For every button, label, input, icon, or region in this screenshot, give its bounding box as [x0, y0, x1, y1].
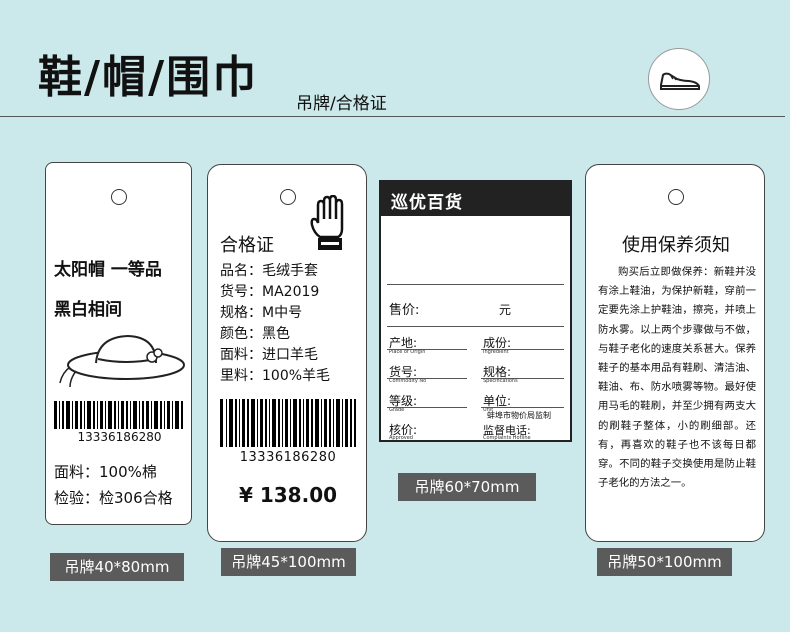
divider: [481, 407, 564, 408]
divider: [387, 378, 467, 379]
tag4-title: 使用保养须知: [622, 235, 730, 256]
tag2-title: 合格证: [220, 235, 274, 256]
tag2-row-lining: 里料：100%羊毛: [220, 368, 331, 384]
tag-50x100: 使用保养须知 购买后立即做保养：新鞋并没有涂上鞋油，为保护新鞋，穿前一定要先涂上…: [585, 164, 765, 542]
glove-icon: [310, 195, 344, 250]
tag4-size-label: 吊牌50*100mm: [597, 548, 732, 576]
divider: [387, 326, 564, 327]
sneaker-icon: [648, 48, 710, 110]
divider: [481, 378, 564, 379]
tag2-size-label: 吊牌45*100mm: [221, 548, 356, 576]
tag1-barcode-number: 13336186280: [77, 430, 162, 444]
tag3-brand-bar: 巡优百货: [381, 182, 570, 216]
tag-40x80: 太阳帽 一等品 黑白相间 13336186280 面料：100%棉 检验：检30…: [45, 162, 192, 525]
tag-hole: [111, 189, 127, 205]
tag2-row-item-no: 货号：MA2019: [220, 284, 320, 300]
tag1-line1: 太阳帽 一等品: [54, 260, 162, 280]
tag2-row-color: 颜色：黑色: [220, 326, 290, 342]
tag1-field-fabric: 面料：100%棉: [54, 463, 157, 481]
tag2-info-list: 品名：毛绒手套 货号：MA2019 规格：M中号 颜色：黑色 面料：进口羊毛 里…: [220, 261, 330, 387]
tag2-row-name: 品名：毛绒手套: [220, 263, 318, 279]
tag2-row-fabric: 面料：进口羊毛: [220, 347, 318, 363]
divider: [387, 349, 467, 350]
divider: [387, 407, 467, 408]
tag1-line2: 黑白相间: [54, 300, 122, 320]
tag3-hotline-en: Complaints Hotline: [483, 435, 531, 441]
tag3-price-label: 售价:: [389, 303, 420, 318]
tag-hole: [280, 189, 296, 205]
tag4-care-text: 购买后立即做保养：新鞋并没有涂上鞋油，为保护新鞋，穿前一定要先涂上护鞋油，擦亮，…: [598, 266, 756, 490]
tag1-size-label: 吊牌40*80mm: [50, 553, 184, 581]
divider: [481, 349, 564, 350]
divider: [387, 284, 564, 285]
tag2-price: ¥ 138.00: [238, 483, 338, 507]
header-divider: [0, 116, 785, 117]
page-title: 鞋/帽/围巾: [38, 52, 259, 103]
tag-45x100: 合格证 品名：毛绒手套 货号：MA2019 规格：M中号 颜色：黑色 面料：进口…: [207, 164, 367, 542]
tag3-checker-en: Approved: [389, 435, 413, 441]
tag2-row-spec: 规格：M中号: [220, 305, 303, 321]
tag1-barcode: [54, 401, 183, 429]
tag3-bureau: 蚌埠市物价局监制: [487, 411, 551, 420]
tag3-size-label: 吊牌60*70mm: [398, 473, 536, 501]
tag-hole: [668, 189, 684, 205]
tag3-brand: 巡优百货: [391, 193, 463, 213]
tag2-barcode: [220, 399, 356, 447]
hat-illustration: [59, 334, 185, 388]
tag2-barcode-number: 13336186280: [239, 450, 337, 465]
tag1-field-inspection: 检验：检306合格: [54, 489, 173, 507]
page-subtitle: 吊牌/合格证: [296, 94, 387, 114]
tag3-price-unit: 元: [499, 303, 512, 317]
tag-60x70: 巡优百货 售价: 元 产地: Place of Origin 成份: Ingre…: [379, 180, 572, 442]
